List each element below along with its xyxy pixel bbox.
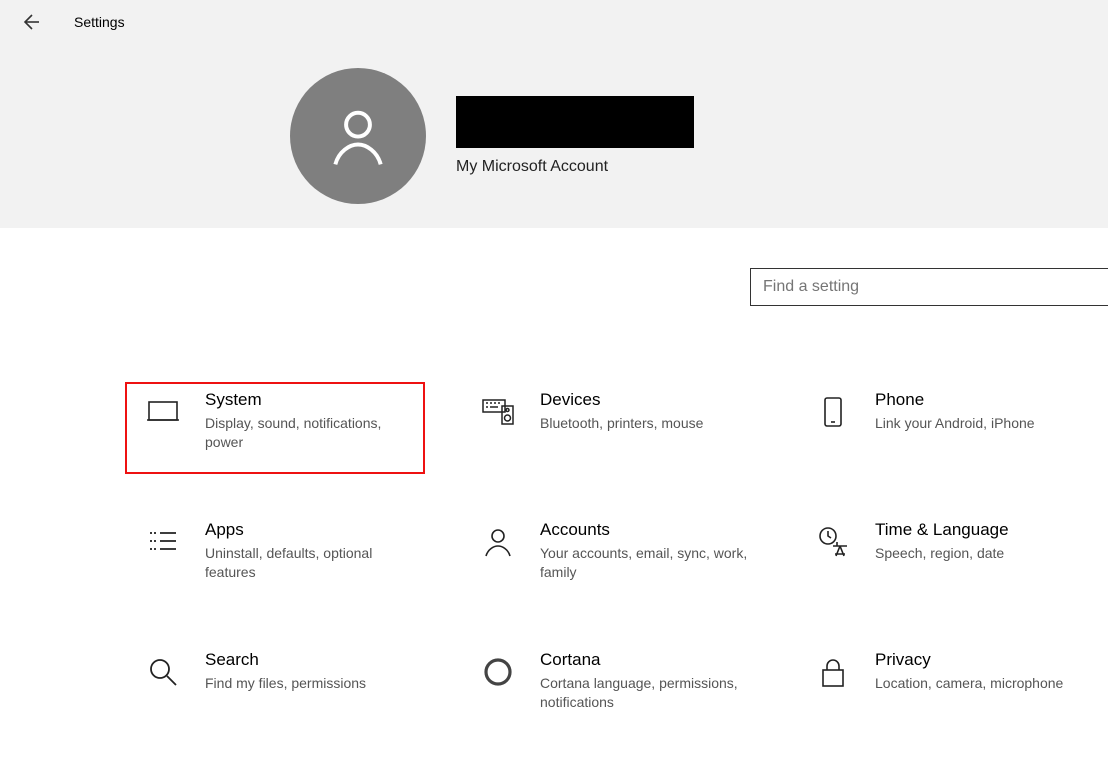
window-header: Settings: [0, 0, 1108, 44]
card-desc: Uninstall, defaults, optional features: [205, 544, 415, 582]
card-search[interactable]: Search Find my files, permissions: [125, 642, 425, 734]
lock-icon: [813, 654, 853, 694]
card-cortana[interactable]: Cortana Cortana language, permissions, n…: [460, 642, 760, 734]
card-title: Apps: [205, 520, 415, 540]
card-desc: Link your Android, iPhone: [875, 414, 1035, 433]
avatar[interactable]: [290, 68, 426, 204]
card-desc: Your accounts, email, sync, work, family: [540, 544, 750, 582]
card-system[interactable]: System Display, sound, notifications, po…: [125, 382, 425, 474]
settings-grid: System Display, sound, notifications, po…: [125, 382, 1108, 734]
card-title: Accounts: [540, 520, 750, 540]
search-wrap: [0, 228, 1108, 306]
redacted-name: [456, 96, 694, 148]
phone-icon: [813, 394, 853, 434]
card-title: Search: [205, 650, 366, 670]
card-devices[interactable]: Devices Bluetooth, printers, mouse: [460, 382, 760, 474]
card-title: Cortana: [540, 650, 750, 670]
card-title: System: [205, 390, 415, 410]
list-icon: [143, 524, 183, 564]
card-desc: Speech, region, date: [875, 544, 1009, 563]
card-desc: Display, sound, notifications, power: [205, 414, 415, 452]
search-input[interactable]: [750, 268, 1108, 306]
card-privacy[interactable]: Privacy Location, camera, microphone: [795, 642, 1095, 734]
account-banner: My Microsoft Account: [0, 44, 1108, 228]
monitor-icon: [143, 394, 183, 434]
back-button[interactable]: [18, 10, 42, 34]
card-desc: Bluetooth, printers, mouse: [540, 414, 703, 433]
card-title: Time & Language: [875, 520, 1009, 540]
my-microsoft-account-link[interactable]: My Microsoft Account: [456, 158, 694, 176]
card-title: Devices: [540, 390, 703, 410]
time-language-icon: [813, 524, 853, 564]
card-desc: Location, camera, microphone: [875, 674, 1063, 693]
card-apps[interactable]: Apps Uninstall, defaults, optional featu…: [125, 512, 425, 604]
person-outline-icon: [478, 524, 518, 564]
cortana-icon: [478, 654, 518, 694]
page-title: Settings: [74, 14, 125, 30]
card-desc: Cortana language, permissions, notificat…: [540, 674, 750, 712]
card-accounts[interactable]: Accounts Your accounts, email, sync, wor…: [460, 512, 760, 604]
card-title: Phone: [875, 390, 1035, 410]
card-desc: Find my files, permissions: [205, 674, 366, 693]
card-time-language[interactable]: Time & Language Speech, region, date: [795, 512, 1095, 604]
person-icon: [324, 102, 392, 170]
arrow-left-icon: [18, 10, 42, 34]
card-phone[interactable]: Phone Link your Android, iPhone: [795, 382, 1095, 474]
search-icon: [143, 654, 183, 694]
account-info: My Microsoft Account: [456, 96, 694, 176]
card-title: Privacy: [875, 650, 1063, 670]
keyboard-speaker-icon: [478, 394, 518, 434]
